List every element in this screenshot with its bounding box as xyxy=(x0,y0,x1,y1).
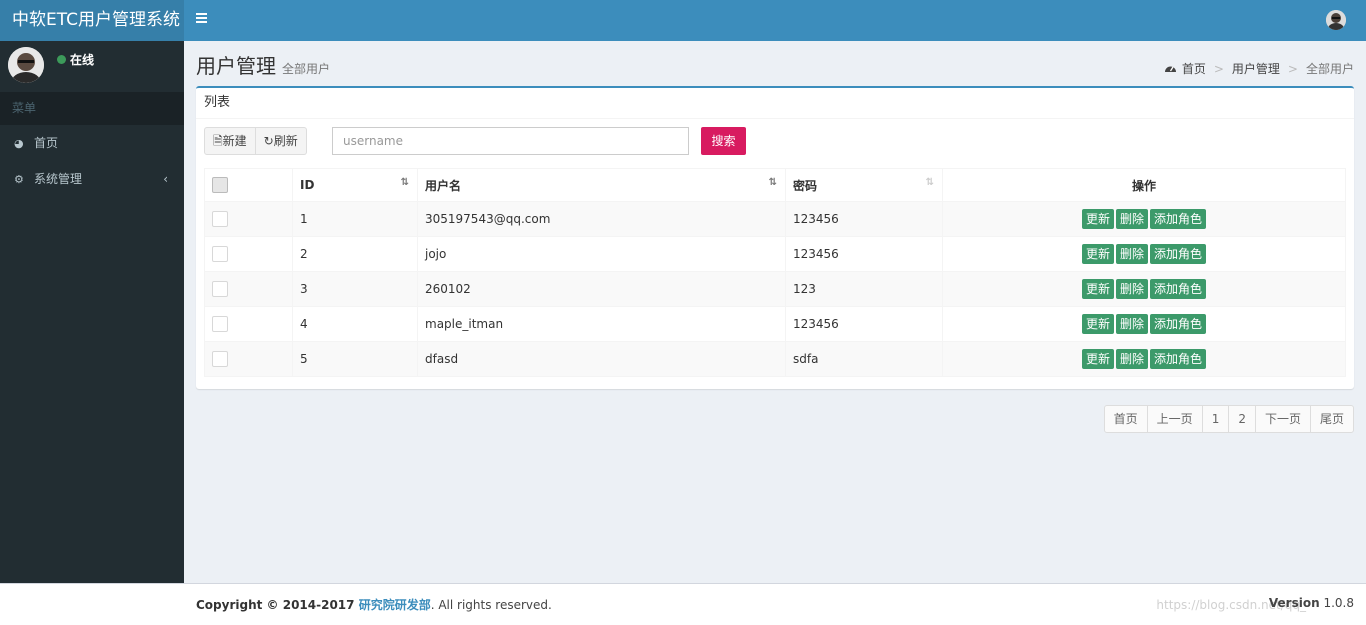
delete-button[interactable]: 删除 xyxy=(1115,209,1148,229)
sidebar-item-home[interactable]: ◕ 首页 xyxy=(0,125,184,161)
dashboard-icon: ◕ xyxy=(14,137,24,150)
table-row: 4 maple_itman 123456 更新 删除 添加角色 xyxy=(204,306,1346,342)
cell-id: 4 xyxy=(292,306,418,342)
cell-password: 123456 xyxy=(785,201,943,237)
box-title: 列表 xyxy=(196,88,1354,119)
table-row: 2 jojo 123456 更新 删除 添加角色 xyxy=(204,236,1346,272)
search-button[interactable]: 搜索 xyxy=(701,127,746,155)
sort-desc-icon[interactable]: ⇅ xyxy=(769,177,777,188)
delete-button[interactable]: 删除 xyxy=(1115,349,1148,369)
update-button[interactable]: 更新 xyxy=(1081,209,1114,229)
select-all-checkbox[interactable] xyxy=(212,177,228,193)
sort-asc-icon[interactable]: ⇅ xyxy=(401,177,409,188)
table-row: 1 305197543@qq.com 123456 更新 删除 添加角色 xyxy=(204,201,1346,237)
add-role-button[interactable]: 添加角色 xyxy=(1150,209,1207,229)
dashboard-icon xyxy=(1164,62,1177,75)
page-next[interactable]: 下一页 xyxy=(1254,405,1311,433)
cell-username: 305197543@qq.com xyxy=(417,201,786,237)
cell-username: jojo xyxy=(417,236,786,272)
update-button[interactable]: 更新 xyxy=(1081,349,1114,369)
add-role-button[interactable]: 添加角色 xyxy=(1150,314,1207,334)
cell-id: 2 xyxy=(292,236,418,272)
refresh-icon: ↻ xyxy=(263,134,274,148)
page-prev[interactable]: 上一页 xyxy=(1146,405,1203,433)
toolbar: 🗎新建 ↻刷新 xyxy=(204,127,307,155)
breadcrumb-current: 全部用户 xyxy=(1305,62,1354,76)
breadcrumb-user-mgmt[interactable]: 用户管理 xyxy=(1232,62,1280,76)
user-avatar-icon[interactable] xyxy=(1326,10,1346,30)
top-navbar xyxy=(184,0,1366,41)
delete-button[interactable]: 删除 xyxy=(1115,244,1148,264)
row-checkbox[interactable] xyxy=(212,351,228,367)
add-role-button[interactable]: 添加角色 xyxy=(1150,279,1207,299)
sidebar: 在线 菜单 ◕ 首页 ⚙ 系统管理 ‹ xyxy=(0,41,184,583)
cell-id: 1 xyxy=(292,201,418,237)
user-list-box: 列表 🗎新建 ↻刷新 搜索 ID⇅ 用户名⇅ 密码⇅ 操作 1 30519754… xyxy=(196,86,1354,389)
cogs-icon: ⚙ xyxy=(14,173,24,186)
delete-button[interactable]: 删除 xyxy=(1115,279,1148,299)
breadcrumb: 首页 > 用户管理 > 全部用户 xyxy=(1164,60,1354,77)
new-button[interactable]: 🗎新建 xyxy=(204,127,256,155)
row-checkbox[interactable] xyxy=(212,281,228,297)
user-table: ID ⇅ 用户名 ⇅ 密码 ⇅ 操作 1 305197543@qq.com 12345… xyxy=(204,168,1346,377)
app-title: 中软ETC用户管理系统 xyxy=(12,10,180,30)
update-button[interactable]: 更新 xyxy=(1081,279,1114,299)
menu-header: 菜单 xyxy=(0,92,184,125)
cell-password: 123456 xyxy=(785,236,943,272)
col-username[interactable]: 用户名 ⇅ xyxy=(417,168,786,202)
sidebar-item-label: 系统管理 xyxy=(34,172,83,186)
update-button[interactable]: 更新 xyxy=(1081,314,1114,334)
app-logo[interactable]: 中软ETC用户管理系统 xyxy=(0,0,184,41)
version: Version 1.0.8 xyxy=(1268,596,1354,610)
org-link[interactable]: 研究院研发部 xyxy=(359,598,431,612)
page-subtitle: 全部用户 xyxy=(282,62,331,76)
sidebar-toggle-icon[interactable] xyxy=(196,13,207,27)
cell-id: 3 xyxy=(292,271,418,307)
table-header-row: ID ⇅ 用户名 ⇅ 密码 ⇅ 操作 xyxy=(204,168,1346,202)
sort-icon[interactable]: ⇅ xyxy=(926,177,934,188)
page-2[interactable]: 2 xyxy=(1228,405,1256,433)
page-first[interactable]: 首页 xyxy=(1103,405,1148,433)
add-role-button[interactable]: 添加角色 xyxy=(1150,244,1207,264)
sidebar-item-label: 首页 xyxy=(34,136,59,150)
add-role-button[interactable]: 添加角色 xyxy=(1150,349,1207,369)
user-panel: 在线 xyxy=(0,41,184,92)
cell-password: sdfa xyxy=(785,341,943,377)
online-dot-icon xyxy=(57,55,66,64)
sidebar-item-system[interactable]: ⚙ 系统管理 ‹ xyxy=(0,161,184,197)
footer: Copyright © 2014-2017 研究院研发部. All rights… xyxy=(0,583,1366,625)
chevron-left-icon: ‹ xyxy=(163,172,168,186)
col-password[interactable]: 密码 ⇅ xyxy=(785,168,943,202)
breadcrumb-home[interactable]: 首页 xyxy=(1182,62,1206,76)
col-actions: 操作 xyxy=(942,168,1346,202)
copyright: Copyright © 2014-2017 研究院研发部. All rights… xyxy=(196,598,552,612)
page-1[interactable]: 1 xyxy=(1201,405,1230,433)
cell-password: 123456 xyxy=(785,306,943,342)
update-button[interactable]: 更新 xyxy=(1081,244,1114,264)
cell-username: maple_itman xyxy=(417,306,786,342)
row-checkbox[interactable] xyxy=(212,246,228,262)
page-last[interactable]: 尾页 xyxy=(1309,405,1354,433)
delete-button[interactable]: 删除 xyxy=(1115,314,1148,334)
table-row: 5 dfasd sdfa 更新 删除 添加角色 xyxy=(204,341,1346,377)
pagination: 首页 上一页 1 2 下一页 尾页 xyxy=(1103,405,1354,433)
avatar xyxy=(8,47,44,83)
page-title: 用户管理 全部用户 xyxy=(196,54,331,78)
refresh-button[interactable]: ↻刷新 xyxy=(255,127,307,155)
table-row: 3 260102 123 更新 删除 添加角色 xyxy=(204,271,1346,307)
row-checkbox[interactable] xyxy=(212,316,228,332)
search-input[interactable] xyxy=(332,127,689,155)
row-checkbox[interactable] xyxy=(212,211,228,227)
online-status: 在线 xyxy=(57,51,94,68)
select-all-cell xyxy=(204,168,293,202)
cell-id: 5 xyxy=(292,341,418,377)
cell-username: dfasd xyxy=(417,341,786,377)
file-icon: 🗎 xyxy=(213,134,223,148)
col-id[interactable]: ID ⇅ xyxy=(292,168,418,202)
cell-password: 123 xyxy=(785,271,943,307)
cell-username: 260102 xyxy=(417,271,786,307)
